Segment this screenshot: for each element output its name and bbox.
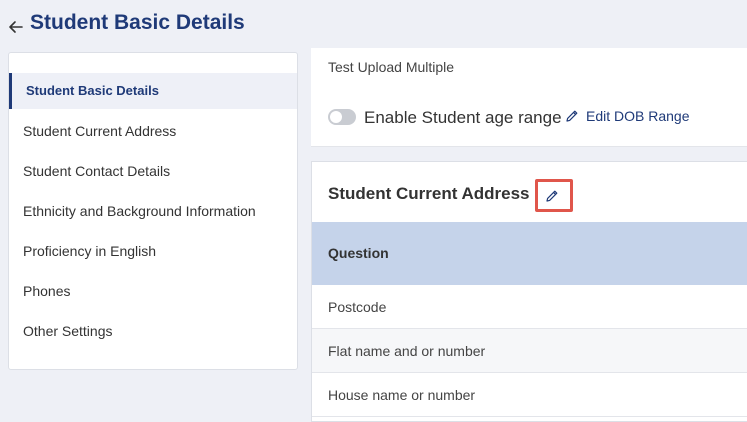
row-label: Postcode: [328, 299, 387, 315]
page-header: Student Basic Details: [0, 0, 747, 48]
edit-dob-range-link[interactable]: Edit DOB Range: [565, 106, 690, 126]
row-label: House name or number: [328, 387, 476, 403]
pencil-icon: [566, 110, 578, 122]
sidebar-item-proficiency-english[interactable]: Proficiency in English: [9, 233, 297, 269]
column-header-question: Question: [328, 245, 389, 261]
table-row[interactable]: House name or number: [312, 373, 747, 417]
section-title: Student Current Address: [328, 184, 530, 203]
row-label: Flat name and or number: [328, 343, 486, 359]
sidebar-item-student-current-address[interactable]: Student Current Address: [9, 113, 297, 149]
edit-dob-range-label: Edit DOB Range: [586, 108, 690, 124]
age-range-toggle-label: Enable Student age range: [364, 108, 562, 127]
sidebar: Student Basic Details Student Current Ad…: [8, 52, 298, 370]
edit-section-button[interactable]: [535, 179, 573, 212]
sidebar-item-other-settings[interactable]: Other Settings: [9, 313, 297, 349]
sidebar-item-student-basic-details[interactable]: Student Basic Details: [9, 73, 297, 109]
sidebar-item-student-contact-details[interactable]: Student Contact Details: [9, 153, 297, 189]
current-address-panel: Student Current Address Question Postcod…: [311, 161, 747, 422]
sidebar-item-ethnicity[interactable]: Ethnicity and Background Information: [9, 193, 297, 229]
page-title: Student Basic Details: [30, 11, 245, 34]
top-panel: Test Upload Multiple Enable Student age …: [311, 48, 747, 147]
table-header: Question: [312, 222, 747, 285]
table-row[interactable]: Flat name and or number: [312, 329, 747, 373]
back-arrow-icon[interactable]: [7, 16, 25, 36]
sidebar-item-phones[interactable]: Phones: [9, 273, 297, 309]
upload-multiple-text: Test Upload Multiple: [328, 59, 455, 75]
pencil-icon: [546, 190, 558, 202]
toggle-knob: [330, 111, 342, 123]
age-range-toggle[interactable]: [328, 109, 356, 125]
table-row[interactable]: Postcode: [312, 285, 747, 329]
